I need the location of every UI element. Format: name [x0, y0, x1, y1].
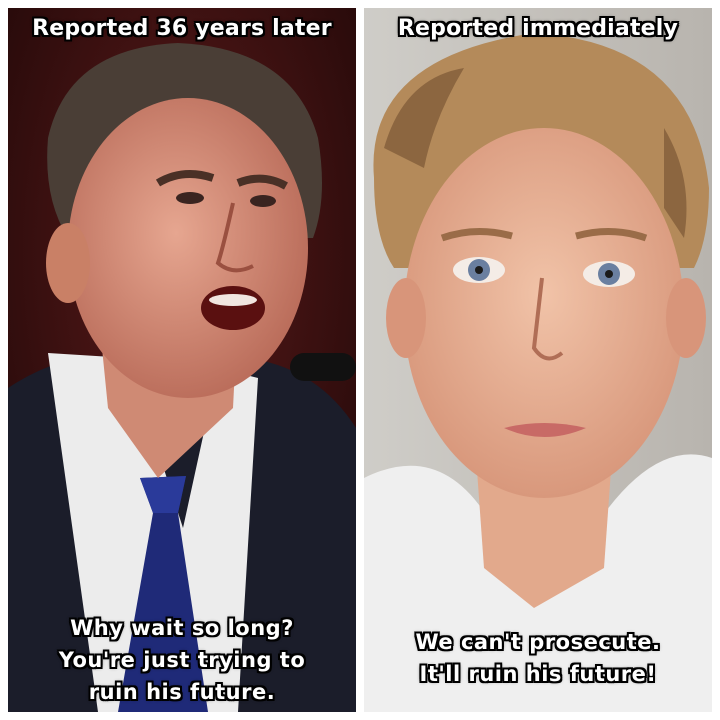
- left-panel: Reported 36 years later Why wait so long…: [8, 8, 356, 712]
- left-caption-line: You're just trying to: [58, 648, 306, 672]
- right-caption-bottom: We can't prosecute. It'll ruin his futur…: [364, 626, 712, 690]
- left-caption-top: Reported 36 years later: [32, 16, 332, 41]
- meme-canvas: Reported 36 years later Why wait so long…: [0, 0, 720, 720]
- man-in-suit-speaking-photo: [8, 8, 356, 712]
- left-caption-line: ruin his future.: [88, 680, 276, 704]
- right-caption-line: It'll ruin his future!: [419, 662, 657, 686]
- young-man-mugshot-photo: [364, 8, 712, 712]
- left-caption-bottom: Why wait so long? You're just trying to …: [8, 612, 356, 708]
- right-panel: Reported immediately We can't prosecute.…: [364, 8, 712, 712]
- right-caption-line: We can't prosecute.: [415, 630, 661, 654]
- right-caption-top: Reported immediately: [397, 16, 679, 41]
- left-caption-line: Why wait so long?: [70, 616, 294, 640]
